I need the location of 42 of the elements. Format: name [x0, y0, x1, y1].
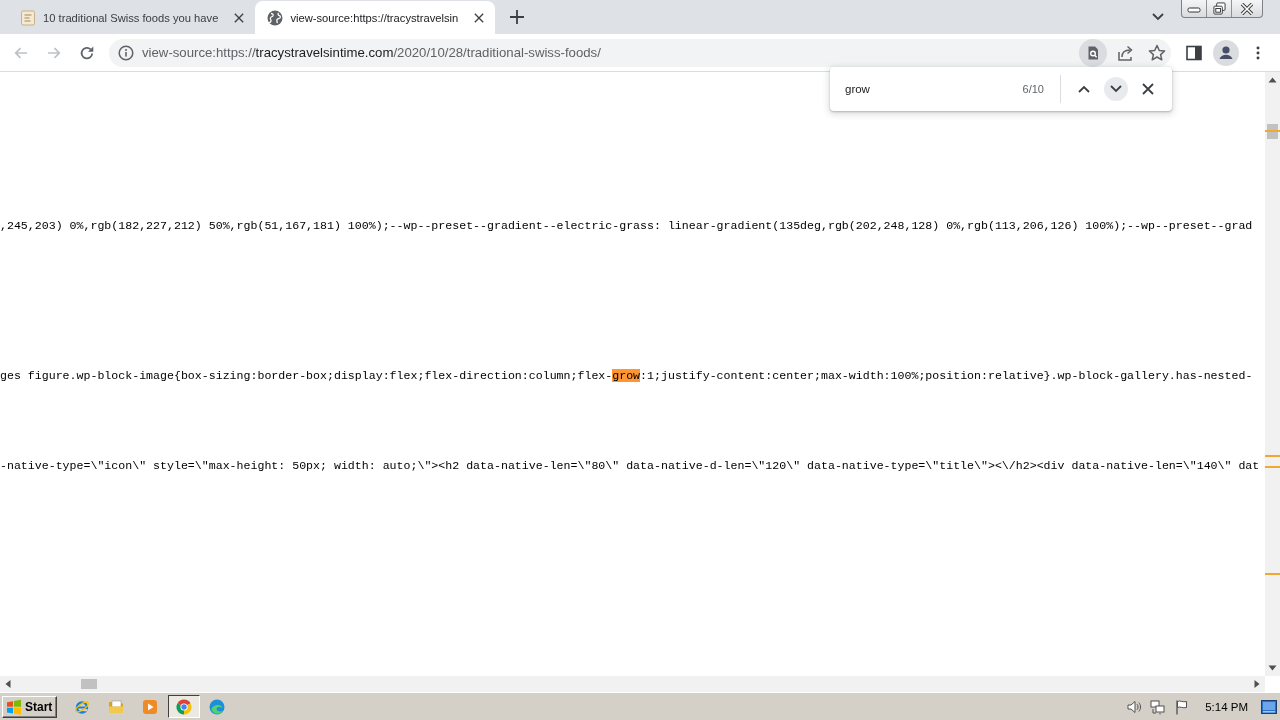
browser-icon	[176, 698, 193, 715]
browser-icon[interactable]	[74, 698, 91, 715]
browser-tab[interactable]: 10 traditional Swiss foods you have	[8, 1, 256, 34]
find-input[interactable]: grow	[845, 83, 1023, 95]
scrollbar-thumb[interactable]	[1267, 124, 1278, 139]
taskbar-button[interactable]	[168, 695, 201, 718]
close-icon	[234, 12, 245, 23]
source-code-line: ,245,203) 0%,rgb(182,227,212) 50%,rgb(51,167,181) 100%);--wp--preset--gradient--electric-grass: linear-gradient(135deg,rgb(202,248,128) 0%,rgb(113,206,126) 100%);--wp--preset--grad	[0, 218, 1253, 233]
source-code-line: ges figure.wp-block-image{box-sizing:border-box;display:flex;flex-direction:column;flex-grow:1;justify-content:center;max-width:100%;position:relative}.wp-block-gallery.has-nested-	[0, 368, 1253, 383]
chevron-down-icon	[1152, 13, 1164, 21]
desktop-icon[interactable]	[1261, 699, 1277, 714]
find-in-page-icon[interactable]	[1079, 38, 1107, 67]
start-button[interactable]: Start	[2, 695, 58, 718]
chevron-up-icon	[1078, 85, 1090, 93]
restore-icon	[1212, 2, 1226, 15]
match-marker	[1265, 455, 1280, 457]
match-count: 6/10	[1022, 83, 1044, 95]
network-icon[interactable]	[1150, 698, 1167, 715]
close-icon	[474, 12, 485, 23]
horizontal-scrollbar[interactable]	[0, 676, 1265, 692]
next-match-button[interactable]	[1104, 77, 1128, 101]
match-marker	[1265, 466, 1280, 468]
info-icon[interactable]	[118, 44, 134, 61]
speaker-icon[interactable]	[1126, 698, 1143, 715]
document-icon	[20, 9, 36, 26]
vertical-scrollbar[interactable]	[1265, 72, 1280, 676]
match-marker	[1265, 130, 1280, 132]
minimize-icon	[1187, 4, 1201, 13]
close-icon	[1240, 2, 1254, 15]
reload-icon	[79, 44, 95, 61]
url-field[interactable]: view-source:https://tracystravelsintime.com/2020/10/28/traditional-swiss-foods/	[142, 45, 601, 60]
avatar-icon[interactable]	[1213, 38, 1239, 67]
plus-icon	[510, 10, 525, 24]
scrollbar-thumb[interactable]	[81, 679, 97, 689]
globe-icon	[267, 9, 284, 26]
browser-tab[interactable]: view-source:https://tracystravelsin	[255, 1, 496, 34]
windows-logo-icon	[6, 698, 22, 715]
chevron-down-icon	[1110, 85, 1122, 93]
taskbar-clock: 5:14 PM	[1205, 700, 1248, 713]
source-code-line: -native-type=\"icon\" style=\"max-height: 50px; width: auto;\"><h2 data-native-len=\"80\" data-native-d-len=\"120\" data-native-type=\"title\"><\/h2><div data-native-len=\"140\" dat	[0, 458, 1260, 473]
match-marker	[1265, 573, 1280, 575]
close-icon	[1142, 83, 1154, 95]
